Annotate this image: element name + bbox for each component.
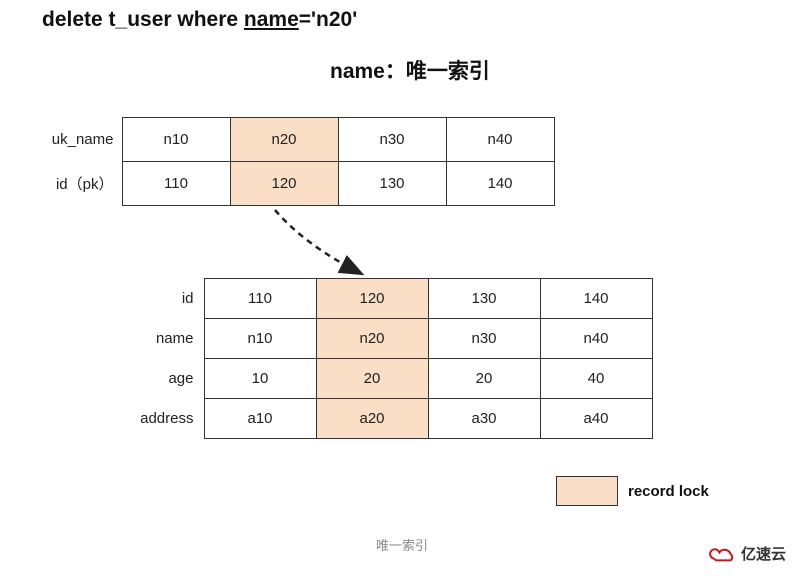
arrow-icon <box>255 205 395 285</box>
cell: 120 <box>230 162 338 206</box>
cell: 130 <box>428 279 540 319</box>
cell: n20 <box>230 118 338 162</box>
cell: 140 <box>446 162 554 206</box>
sql-suffix: ='n20' <box>299 8 357 31</box>
cell: a20 <box>316 399 428 439</box>
cell: 130 <box>338 162 446 206</box>
logo-text: 亿速云 <box>741 543 786 564</box>
row-label: address <box>120 399 204 439</box>
data-table: id 110 120 130 140 name n10 n20 n30 n40 … <box>120 278 653 439</box>
cell: n10 <box>204 319 316 359</box>
row-label: age <box>120 359 204 399</box>
cell: 10 <box>204 359 316 399</box>
row-label: id <box>120 279 204 319</box>
cell: n10 <box>122 118 230 162</box>
table-row: name n10 n20 n30 n40 <box>120 319 652 359</box>
cell: n20 <box>316 319 428 359</box>
row-label: name <box>120 319 204 359</box>
sql-statement: delete t_user where name='n20' <box>42 8 357 32</box>
cell: a10 <box>204 399 316 439</box>
cell: 20 <box>316 359 428 399</box>
sql-prefix: delete t_user where <box>42 8 244 31</box>
table-row: id（pk） 110 120 130 140 <box>20 162 554 206</box>
legend-label: record lock <box>628 483 709 500</box>
table-row: id 110 120 130 140 <box>120 279 652 319</box>
cell: n40 <box>446 118 554 162</box>
sql-underlined: name <box>244 8 299 31</box>
cell: 20 <box>428 359 540 399</box>
legend-swatch <box>556 476 618 506</box>
index-table: uk_name n10 n20 n30 n40 id（pk） 110 120 1… <box>20 117 555 206</box>
caption: 唯一索引 <box>0 535 804 554</box>
cell: 110 <box>122 162 230 206</box>
cell: 110 <box>204 279 316 319</box>
cloud-icon <box>705 544 737 564</box>
cell: a30 <box>428 399 540 439</box>
logo: 亿速云 <box>705 543 786 564</box>
cell: n30 <box>338 118 446 162</box>
legend: record lock <box>556 476 709 506</box>
index-title: name：唯一索引 <box>330 55 490 85</box>
cell: a40 <box>540 399 652 439</box>
cell: n40 <box>540 319 652 359</box>
cell: 120 <box>316 279 428 319</box>
table-row: address a10 a20 a30 a40 <box>120 399 652 439</box>
row-label: uk_name <box>20 118 122 162</box>
cell: 40 <box>540 359 652 399</box>
cell: 140 <box>540 279 652 319</box>
table-row: age 10 20 20 40 <box>120 359 652 399</box>
table-row: uk_name n10 n20 n30 n40 <box>20 118 554 162</box>
cell: n30 <box>428 319 540 359</box>
row-label: id（pk） <box>20 162 122 206</box>
